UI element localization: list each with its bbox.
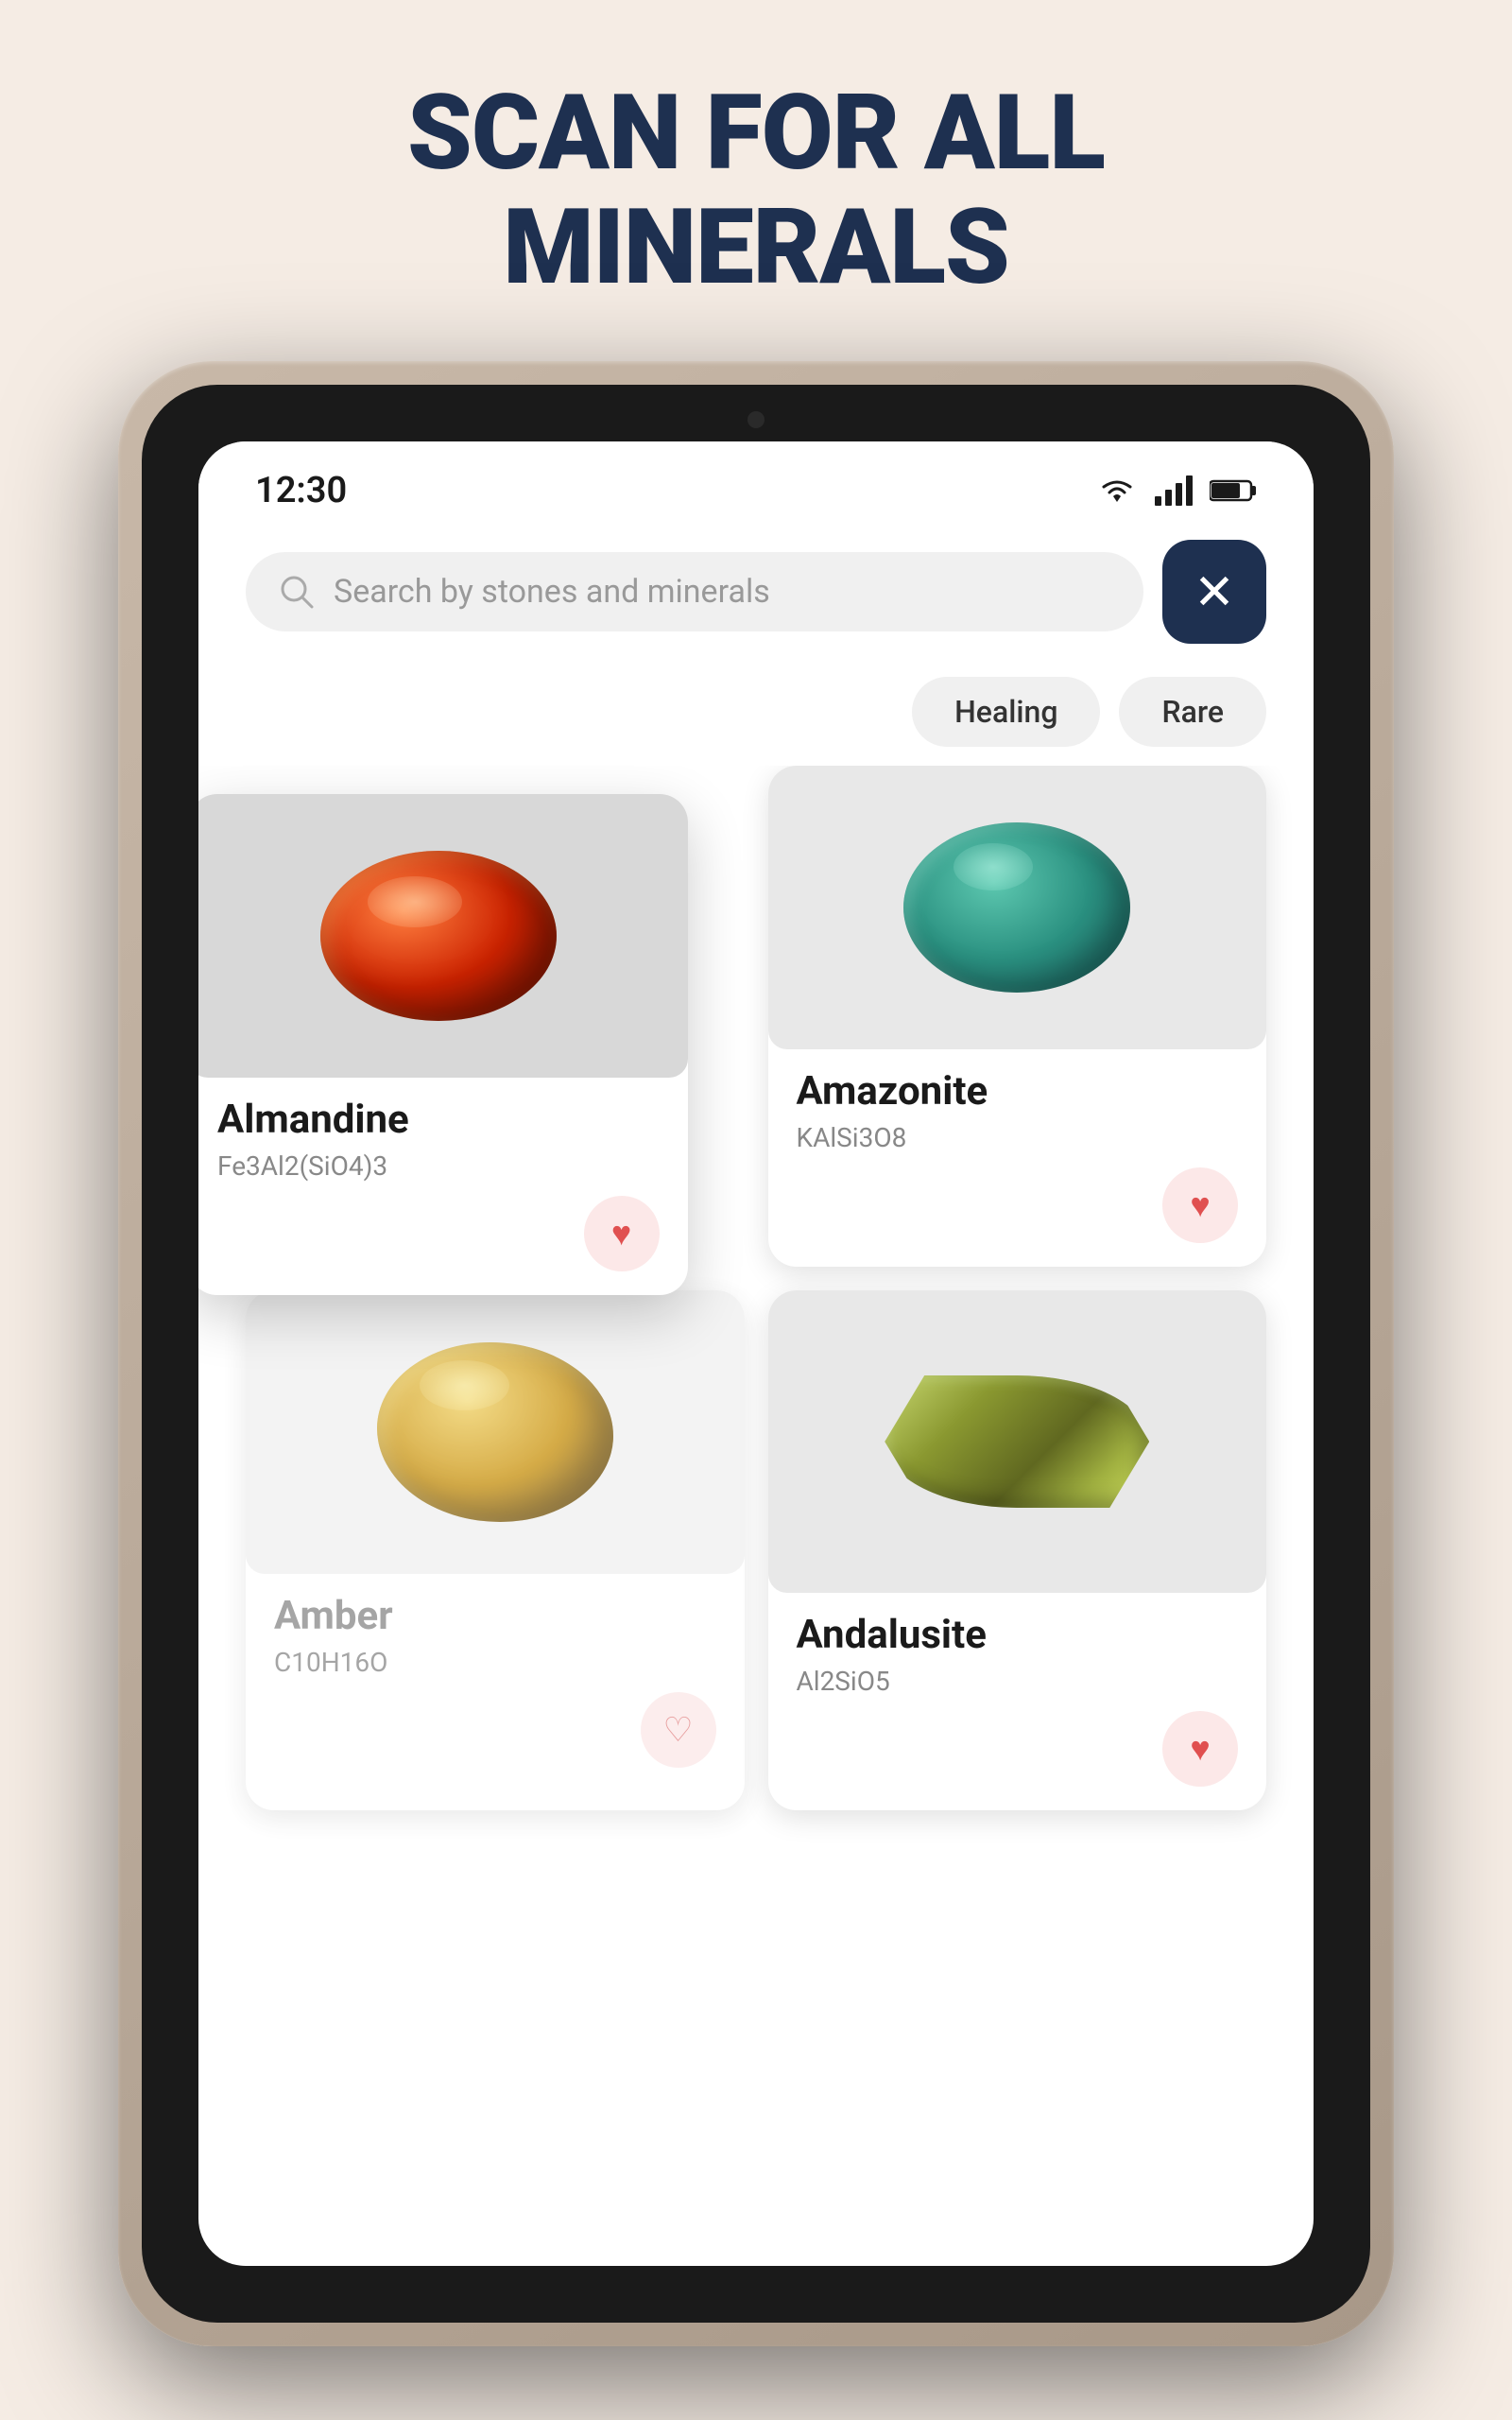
almandine-info: Almandine Fe3Al2(SiO4)3 xyxy=(198,1078,688,1196)
andalusite-info: Andalusite Al2SiO5 xyxy=(768,1593,1267,1711)
page-title-line2: MINERALS xyxy=(407,190,1105,304)
search-placeholder-text: Search by stones and minerals xyxy=(334,573,1110,611)
search-icon xyxy=(279,574,315,610)
heart-filled-icon: ♥ xyxy=(1190,1729,1210,1769)
amazonite-gem-visual xyxy=(768,766,1267,1049)
search-area: Search by stones and minerals ✕ xyxy=(198,521,1314,663)
amber-info: Amber C10H16O xyxy=(246,1574,745,1692)
wifi-icon xyxy=(1096,475,1138,506)
andalusite-shape xyxy=(885,1375,1149,1508)
almandine-footer: ♥ xyxy=(198,1196,688,1295)
almandine-favorite-button[interactable]: ♥ xyxy=(584,1196,660,1271)
search-bar[interactable]: Search by stones and minerals xyxy=(246,552,1143,631)
mineral-card-amber[interactable]: Amber C10H16O ♡ xyxy=(246,1290,745,1810)
status-bar: 12:30 xyxy=(198,441,1314,521)
tablet-shell: 12:30 xyxy=(118,361,1394,2346)
tablet-inner: 12:30 xyxy=(142,385,1370,2323)
chip-rare[interactable]: Rare xyxy=(1119,677,1266,747)
almandine-shape xyxy=(320,851,557,1021)
mineral-card-amazonite[interactable]: Amazonite KAlSi3O8 ♥ xyxy=(768,766,1267,1267)
amber-gem-visual xyxy=(246,1290,745,1574)
close-button[interactable]: ✕ xyxy=(1162,540,1266,644)
amazonite-image xyxy=(768,766,1267,1049)
andalusite-formula: Al2SiO5 xyxy=(797,1666,1239,1697)
battery-icon xyxy=(1210,477,1257,504)
heart-outline-icon: ♡ xyxy=(662,1710,693,1750)
signal-icon xyxy=(1155,475,1193,506)
amazonite-name: Amazonite xyxy=(797,1068,1239,1115)
status-time: 12:30 xyxy=(255,470,347,511)
heart-filled-icon: ♥ xyxy=(611,1214,631,1253)
heart-filled-icon: ♥ xyxy=(1190,1185,1210,1225)
amber-footer: ♡ xyxy=(246,1692,745,1791)
amber-shape xyxy=(377,1342,613,1522)
amber-formula: C10H16O xyxy=(274,1647,716,1678)
andalusite-favorite-button[interactable]: ♥ xyxy=(1162,1711,1238,1787)
page-title-line1: SCAN FOR ALL xyxy=(407,76,1105,190)
filter-chips: Healing Rare xyxy=(198,663,1314,766)
andalusite-image xyxy=(768,1290,1267,1593)
camera-dot xyxy=(747,411,765,428)
close-icon: ✕ xyxy=(1194,563,1235,621)
andalusite-name: Andalusite xyxy=(797,1612,1239,1658)
amber-favorite-button[interactable]: ♡ xyxy=(641,1692,716,1768)
amazonite-info: Amazonite KAlSi3O8 xyxy=(768,1049,1267,1167)
tablet-device: 12:30 xyxy=(118,361,1394,2346)
andalusite-gem-visual xyxy=(787,1309,1248,1574)
amazonite-shape xyxy=(903,822,1130,993)
mineral-card-andalusite[interactable]: Andalusite Al2SiO5 ♥ xyxy=(768,1290,1267,1810)
mineral-card-almandine[interactable]: Almandine Fe3Al2(SiO4)3 ♥ xyxy=(198,794,688,1295)
amazonite-formula: KAlSi3O8 xyxy=(797,1122,1239,1153)
chip-healing[interactable]: Healing xyxy=(912,677,1100,747)
almandine-name: Almandine xyxy=(217,1097,660,1143)
status-icons xyxy=(1096,475,1257,506)
amazonite-favorite-button[interactable]: ♥ xyxy=(1162,1167,1238,1243)
almandine-formula: Fe3Al2(SiO4)3 xyxy=(217,1150,660,1182)
amazonite-footer: ♥ xyxy=(768,1167,1267,1267)
page-header: SCAN FOR ALL MINERALS xyxy=(407,76,1105,304)
amber-name: Amber xyxy=(274,1593,716,1639)
almandine-gem-visual xyxy=(198,794,688,1078)
tablet-screen: 12:30 xyxy=(198,441,1314,2266)
amber-image xyxy=(246,1290,745,1574)
minerals-grid: Almandine Fe3Al2(SiO4)3 ♥ xyxy=(198,766,1314,1858)
andalusite-footer: ♥ xyxy=(768,1711,1267,1810)
almandine-image xyxy=(198,794,688,1078)
